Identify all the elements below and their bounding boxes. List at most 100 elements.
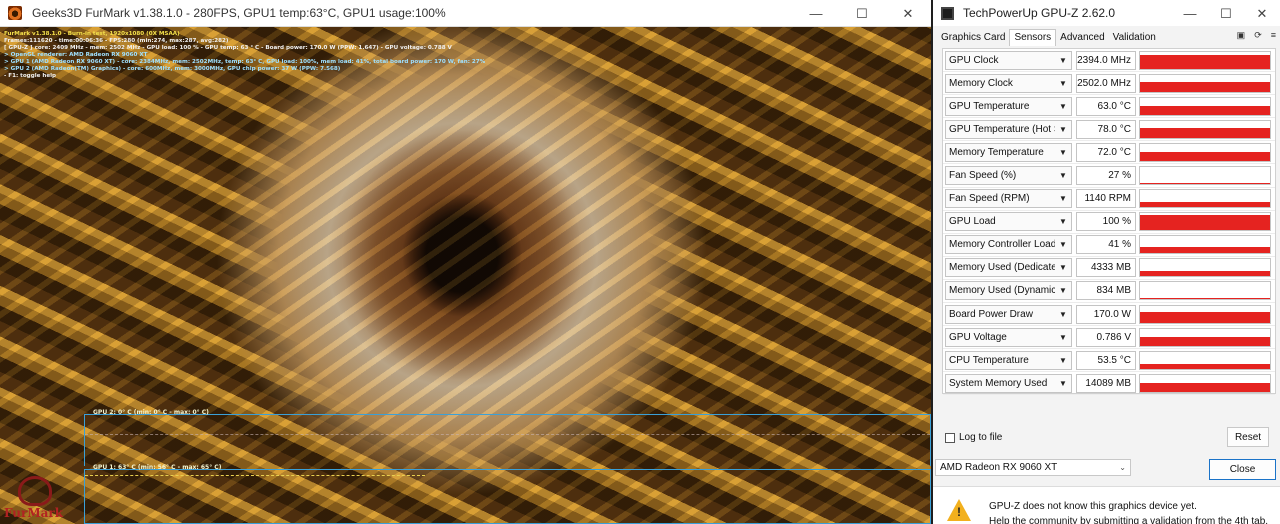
sensor-value: 41 % (1076, 235, 1136, 255)
chevron-down-icon[interactable]: ▼ (1055, 51, 1071, 69)
sensor-graph-fill (1140, 363, 1270, 369)
gpu2-graph-line (85, 434, 930, 435)
sensor-graph-fill (1140, 382, 1270, 392)
camera-icon[interactable]: ▣ (1237, 30, 1246, 41)
tab-sensors[interactable]: Sensors (1009, 29, 1057, 46)
close-button[interactable]: Close (1209, 459, 1276, 480)
log-to-file[interactable]: Log to file (945, 432, 1002, 443)
sensor-value: 27 % (1076, 166, 1136, 186)
chevron-down-icon[interactable]: ▼ (1055, 120, 1071, 138)
hud-line: > GPU 1 (AMD Radeon RX 9060 XT) - core: … (4, 59, 486, 65)
sensor-name: Memory Used (Dedicated) (949, 262, 1066, 274)
sensor-graph (1139, 212, 1271, 232)
refresh-icon[interactable]: ⟳ (1254, 30, 1262, 41)
furmark-brand-icon (18, 476, 52, 506)
sensor-graph (1139, 373, 1271, 393)
furmark-window-controls: — ☐ ✕ (793, 0, 931, 27)
minimize-icon[interactable]: — (793, 0, 839, 27)
chevron-down-icon[interactable]: ▼ (1055, 374, 1071, 392)
sensor-value: 63.0 °C (1076, 96, 1136, 116)
sensor-name-select[interactable]: GPU Clock ▼ (945, 50, 1072, 70)
sensor-list: GPU Clock ▼ 2394.0 MHz Memory Clock ▼ 2502.0 … (942, 48, 1276, 396)
sensor-graph-fill (1140, 106, 1270, 115)
sensor-value: 53.5 °C (1076, 350, 1136, 370)
sensor-name: GPU Clock (949, 54, 999, 66)
sensor-graph-fill (1140, 247, 1270, 254)
sensor-name-select[interactable]: Fan Speed (%) ▼ (945, 166, 1072, 186)
chevron-down-icon[interactable]: ▼ (1055, 190, 1071, 208)
tab-advanced[interactable]: Advanced (1056, 30, 1108, 46)
chevron-down-icon[interactable]: ▼ (1055, 351, 1071, 369)
sensor-row: Fan Speed (RPM) ▼ 1140 RPM (943, 188, 1275, 211)
sensor-row: Memory Used (Dedicated) ▼ 4333 MB (943, 257, 1275, 280)
sensor-name-select[interactable]: Board Power Draw ▼ (945, 304, 1072, 324)
chevron-down-icon[interactable]: ▼ (1055, 305, 1071, 323)
sensor-name-select[interactable]: Memory Temperature ▼ (945, 142, 1072, 162)
close-icon[interactable]: ✕ (1244, 0, 1280, 27)
hud-line: FurMark v1.38.1.0 - Burn-in test, 1920x1… (4, 31, 180, 37)
chevron-down-icon[interactable]: ▼ (1055, 97, 1071, 115)
gpu1-graph-line (85, 475, 425, 476)
chevron-down-icon[interactable]: ▼ (1055, 167, 1071, 185)
sensor-graph-fill (1140, 128, 1270, 138)
chevron-down-icon[interactable]: ▼ (1055, 328, 1071, 346)
furmark-logo-icon (8, 6, 22, 20)
sensor-value: 72.0 °C (1076, 142, 1136, 162)
sensor-value: 4333 MB (1076, 258, 1136, 278)
warning-icon: ! (947, 499, 971, 521)
sensor-value: 1140 RPM (1076, 189, 1136, 209)
sensor-row: GPU Temperature (Hot Spot) ▼ 78.0 °C (943, 118, 1275, 142)
sensor-name-select[interactable]: Memory Clock ▼ (945, 73, 1072, 93)
sensor-name-select[interactable]: Fan Speed (RPM) ▼ (945, 189, 1072, 209)
menu-icon[interactable]: ≡ (1271, 30, 1276, 41)
chevron-down-icon[interactable]: ▼ (1055, 282, 1071, 300)
sensor-name: GPU Load (949, 216, 996, 228)
furmark-title-bar[interactable]: Geeks3D FurMark v1.38.1.0 - 280FPS, GPU1… (0, 0, 931, 27)
maximize-icon[interactable]: ☐ (839, 0, 885, 27)
sensor-name-select[interactable]: System Memory Used ▼ (945, 373, 1072, 393)
chevron-down-icon: ⌄ (1119, 463, 1126, 472)
sensor-name-select[interactable]: Memory Used (Dedicated) ▼ (945, 258, 1072, 278)
sensor-row: GPU Load ▼ 100 % (943, 211, 1275, 234)
sensor-name-select[interactable]: CPU Temperature ▼ (945, 350, 1072, 370)
furmark-brand: FurMark (4, 506, 64, 520)
minimize-icon[interactable]: — (1172, 0, 1208, 27)
sensor-name-select[interactable]: Memory Controller Load ▼ (945, 235, 1072, 255)
chevron-down-icon[interactable]: ▼ (1055, 74, 1071, 92)
sensor-name-select[interactable]: GPU Load ▼ (945, 212, 1072, 232)
sensor-row: GPU Temperature ▼ 63.0 °C (943, 95, 1275, 119)
sensor-value: 0.786 V (1076, 327, 1136, 347)
furmark-hud: FurMark v1.38.1.0 - Burn-in test, 1920x1… (4, 31, 485, 80)
log-to-file-checkbox[interactable] (945, 432, 955, 443)
sensor-graph-fill (1140, 54, 1270, 69)
furmark-window-title: Geeks3D FurMark v1.38.1.0 - 280FPS, GPU1… (32, 6, 446, 20)
furmark-window: Geeks3D FurMark v1.38.1.0 - 280FPS, GPU1… (0, 0, 931, 524)
maximize-icon[interactable]: ☐ (1208, 0, 1244, 27)
chevron-down-icon[interactable]: ▼ (1055, 236, 1071, 254)
sensor-graph (1139, 142, 1271, 162)
sensor-name-select[interactable]: GPU Voltage ▼ (945, 327, 1072, 347)
sensor-name: Memory Used (Dynamic) (949, 285, 1060, 297)
sensor-row: CPU Temperature ▼ 53.5 °C (943, 349, 1275, 373)
close-icon[interactable]: ✕ (885, 0, 931, 27)
hud-line: > GPU 2 (AMD Radeon(TM) Graphics) - core… (4, 66, 341, 72)
tab-graphics-card[interactable]: Graphics Card (937, 30, 1009, 46)
sensor-value: 2502.0 MHz (1076, 73, 1136, 93)
notice-text-line2: Help the community by submitting a valid… (989, 516, 1269, 524)
gpu2-temp-graph: GPU 2: 0° C (min: 0° C - max: 0° C) (84, 409, 931, 466)
reset-button[interactable]: Reset (1227, 427, 1269, 447)
sensor-name-select[interactable]: GPU Temperature (Hot Spot) ▼ (945, 119, 1072, 139)
gpuz-window-title: TechPowerUp GPU-Z 2.62.0 (963, 6, 1116, 20)
chevron-down-icon[interactable]: ▼ (1055, 259, 1071, 277)
device-select[interactable]: AMD Radeon RX 9060 XT ⌄ (935, 459, 1131, 476)
sensor-name-select[interactable]: Memory Used (Dynamic) ▼ (945, 281, 1072, 301)
gpuz-title-bar[interactable]: TechPowerUp GPU-Z 2.62.0 — ☐ ✕ (933, 0, 1280, 26)
chevron-down-icon[interactable]: ▼ (1055, 213, 1071, 231)
sensor-name: GPU Temperature (Hot Spot) (949, 123, 1072, 135)
tab-validation[interactable]: Validation (1109, 30, 1160, 46)
notice-text-line1: GPU-Z does not know this graphics device… (989, 501, 1197, 512)
sensor-graph-fill (1140, 298, 1270, 300)
sensor-name-select[interactable]: GPU Temperature ▼ (945, 96, 1072, 116)
sensor-graph (1139, 235, 1271, 255)
chevron-down-icon[interactable]: ▼ (1055, 143, 1071, 161)
